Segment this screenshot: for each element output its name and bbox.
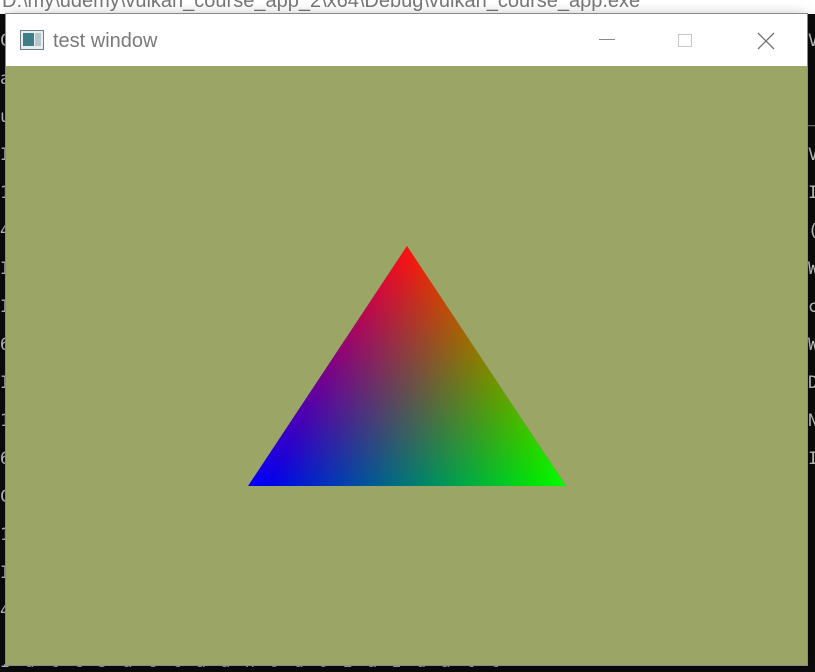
triangle-green-layer [248, 246, 566, 486]
render-surface[interactable] [6, 66, 807, 665]
maximize-icon [678, 34, 692, 47]
minimize-icon [599, 39, 615, 40]
console-line: _ [808, 98, 815, 136]
console-line: D [808, 373, 815, 393]
close-button[interactable] [725, 14, 807, 66]
console-line: V [808, 145, 815, 165]
console-line: W [808, 335, 815, 355]
minimize-button[interactable] [565, 14, 645, 66]
console-bottom-line: I d t c J a c t a a n o d o I a I d a t … [0, 664, 502, 672]
console-line: I [808, 449, 815, 469]
window-title: test window [53, 30, 158, 52]
console-line: I [808, 183, 815, 203]
maximize-button[interactable] [645, 14, 725, 66]
app-window[interactable]: test window [6, 14, 807, 665]
close-icon [757, 32, 775, 50]
app-icon-pane [35, 33, 41, 46]
console-line: V [808, 31, 815, 51]
console-line: ( [808, 212, 815, 250]
console-title: D:\my\udemy\vulkan_course_app_2\x64\Debu… [2, 0, 641, 12]
console-line: W [808, 259, 815, 279]
app-window-icon[interactable] [20, 30, 44, 50]
console-line: c [808, 297, 815, 317]
console-bottom-text: I d t c J a c t a a n o d o I a I d a t … [0, 664, 815, 672]
console-titlebar[interactable]: D:\my\udemy\vulkan_course_app_2\x64\Debu… [0, 0, 815, 14]
console-right-text: V_VI(WcWDNI [808, 22, 815, 478]
window-titlebar[interactable]: test window [6, 14, 807, 66]
console-line: N [808, 411, 815, 431]
rendered-triangle [248, 246, 566, 486]
app-icon-pane [23, 33, 34, 46]
